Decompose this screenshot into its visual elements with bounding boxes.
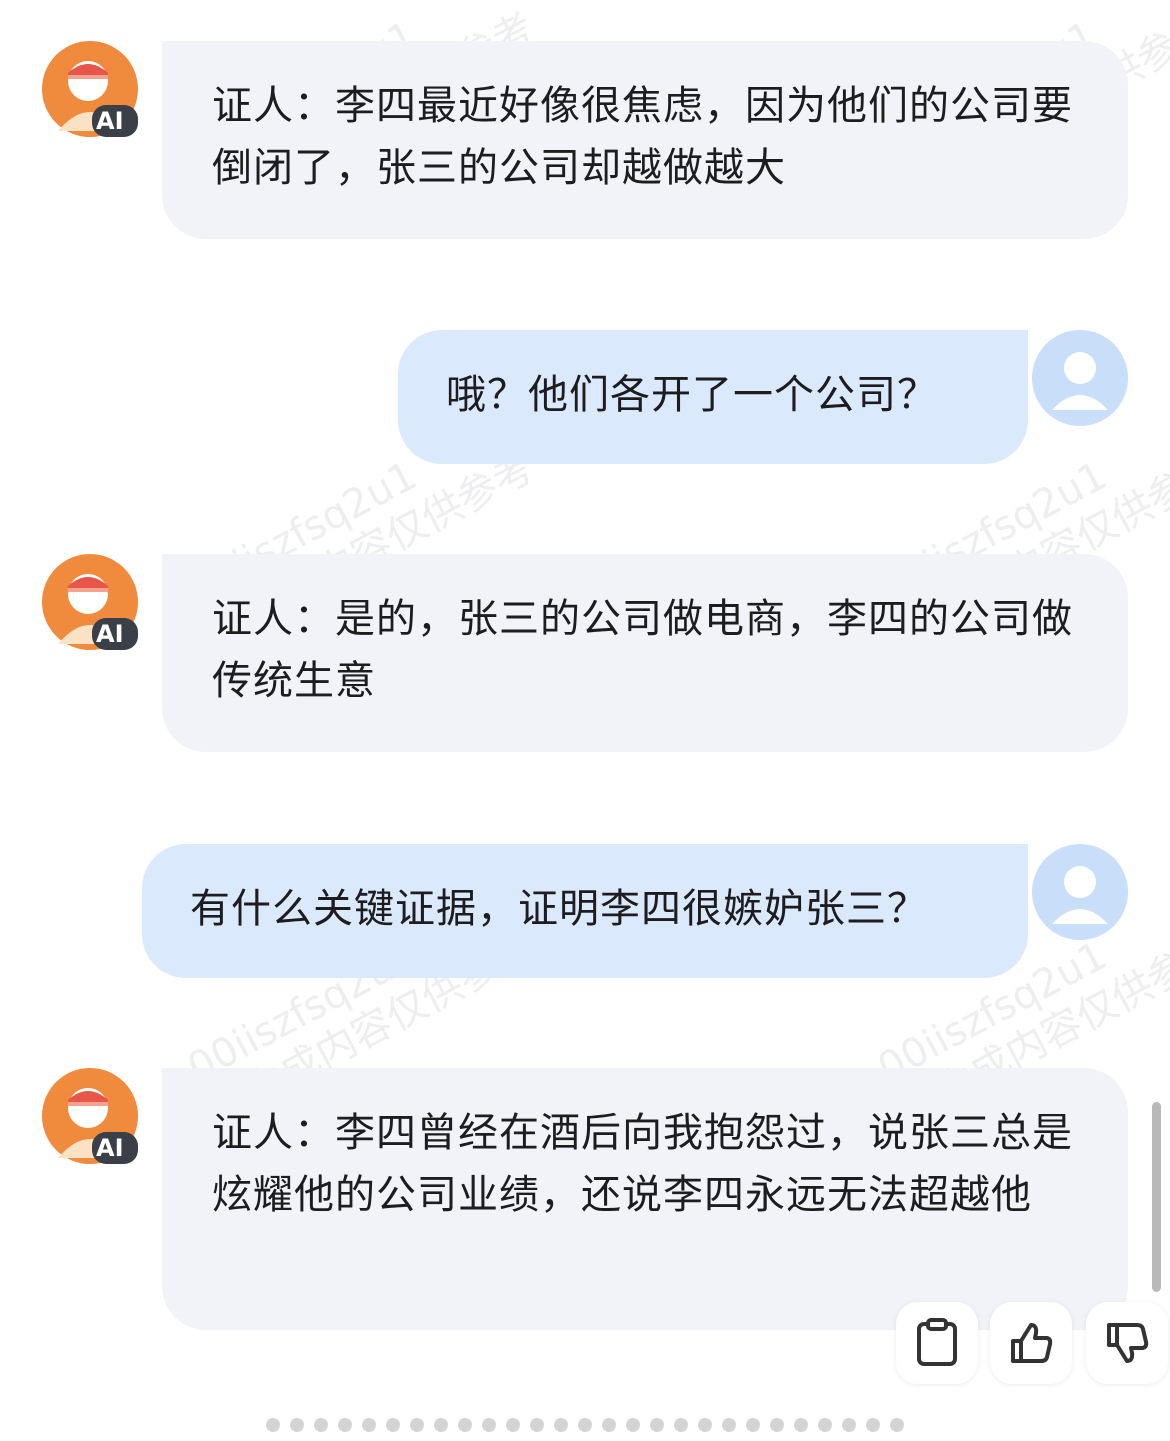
user-message-text: 哦？他们各开了一个公司？	[446, 372, 938, 418]
ai-message-bubble: 证人：李四曾经在酒后向我抱怨过，说张三总是炫耀他的公司业绩，还说李四永远无法超越…	[162, 1068, 1128, 1330]
page-indicator	[0, 1418, 1170, 1432]
user-avatar-icon	[1032, 330, 1128, 426]
scrollbar[interactable]	[1152, 1102, 1161, 1292]
ai-badge: AI	[96, 107, 124, 135]
ai-message-bubble: 证人：李四最近好像很焦虑，因为他们的公司要倒闭了，张三的公司却越做越大	[162, 41, 1128, 239]
ai-avatar: AI	[42, 1068, 138, 1164]
ai-avatar-icon	[42, 41, 138, 137]
user-message-bubble: 有什么关键证据，证明李四很嫉妒张三？	[142, 844, 1028, 978]
ai-message-text: 证人：李四最近好像很焦虑，因为他们的公司要倒闭了，张三的公司却越做越大	[212, 83, 1073, 191]
user-avatar-icon	[1032, 844, 1128, 940]
dislike-button[interactable]	[1086, 1302, 1168, 1384]
ai-avatar-icon	[42, 1068, 138, 1164]
user-message-text: 有什么关键证据，证明李四很嫉妒张三？	[190, 886, 928, 932]
user-avatar	[1032, 330, 1128, 426]
ai-badge: AI	[96, 1134, 124, 1162]
ai-message-text: 证人：李四曾经在酒后向我抱怨过，说张三总是炫耀他的公司业绩，还说李四永远无法超越…	[212, 1110, 1073, 1218]
thumbs-up-icon	[1011, 1323, 1053, 1363]
user-message-bubble: 哦？他们各开了一个公司？	[398, 330, 1028, 464]
ai-message-bubble: 证人：是的，张三的公司做电商，李四的公司做传统生意	[162, 554, 1128, 752]
ai-message-text: 证人：是的，张三的公司做电商，李四的公司做传统生意	[212, 596, 1073, 704]
thumbs-down-icon	[1107, 1323, 1149, 1363]
ai-avatar: AI	[42, 41, 138, 137]
ai-avatar: AI	[42, 554, 138, 650]
copy-button[interactable]	[896, 1302, 978, 1384]
user-avatar	[1032, 844, 1128, 940]
ai-avatar-icon	[42, 554, 138, 650]
like-button[interactable]	[990, 1302, 1072, 1384]
ai-badge: AI	[96, 620, 124, 648]
clipboard-icon	[917, 1318, 957, 1366]
